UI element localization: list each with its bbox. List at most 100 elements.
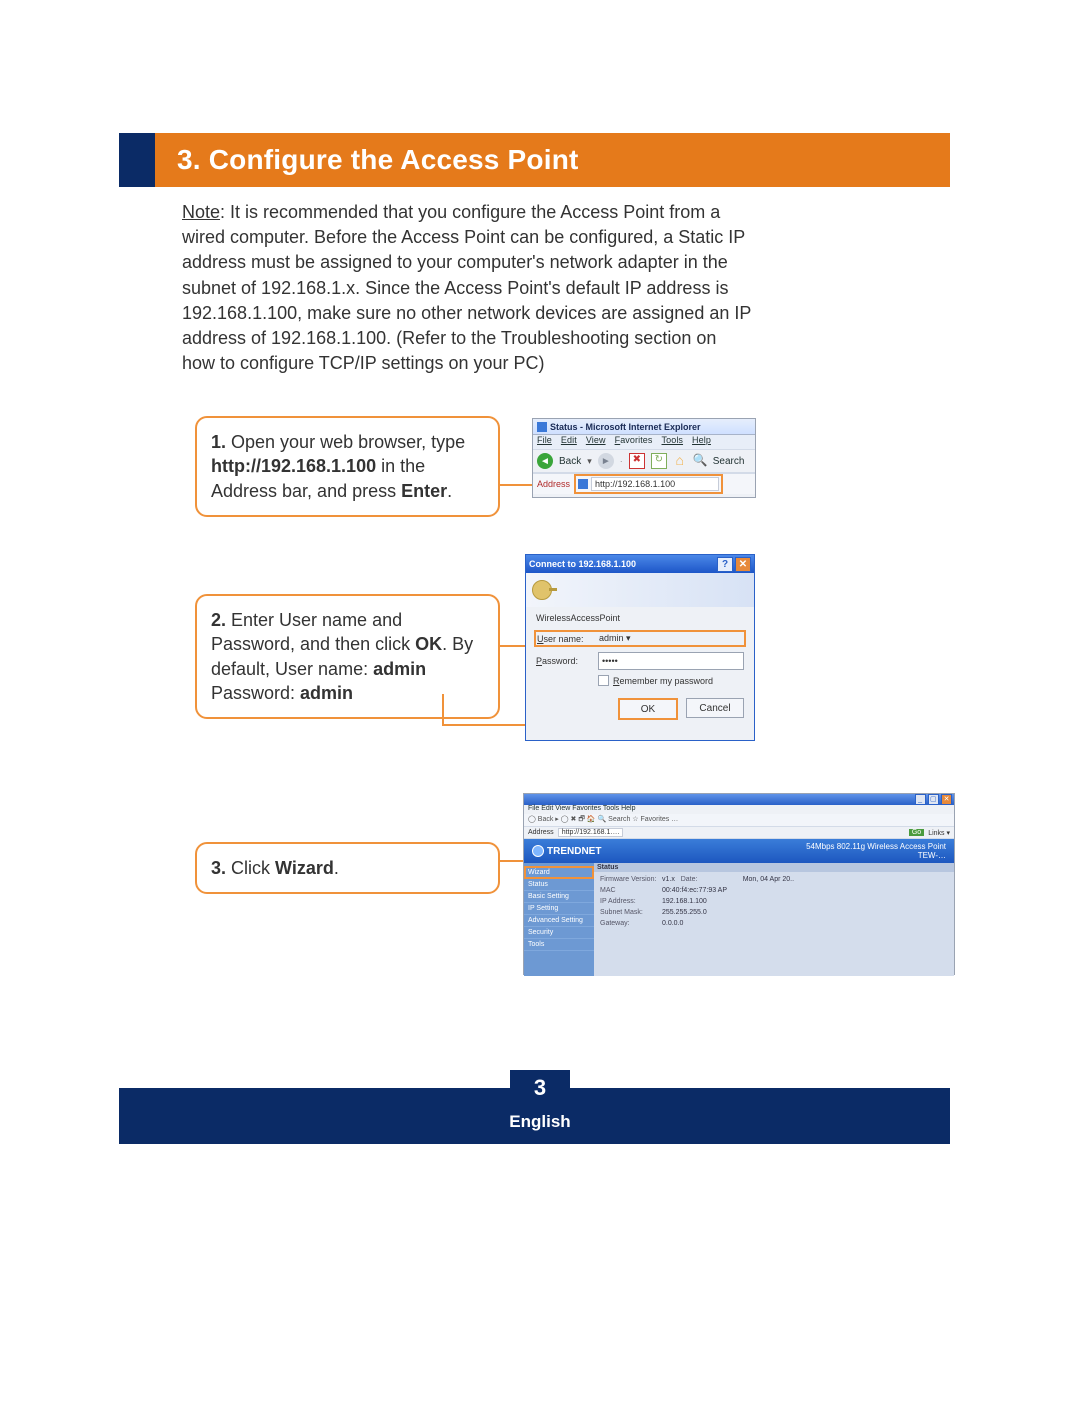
status-content: Status Firmware Version:v1.x Date:Mon, 0…	[594, 863, 954, 976]
username-field[interactable]: admin ▾	[599, 633, 631, 644]
step-3-number: 3.	[211, 858, 226, 878]
step-2-text-c: Password:	[211, 683, 300, 703]
ip-label: IP Address:	[600, 898, 662, 905]
menu-file[interactable]: File	[537, 435, 552, 445]
status-menubar: File Edit View Favorites Tools Help	[524, 805, 954, 814]
gw-label: Gateway:	[600, 920, 662, 927]
password-field[interactable]: •••••	[598, 652, 744, 670]
password-row: Password: •••••	[536, 652, 744, 670]
status-titlebar: _ ▢ ✕	[524, 794, 954, 805]
note-label: Note	[182, 202, 220, 222]
address-input[interactable]: http://192.168.1.100	[591, 477, 719, 491]
password-label: Password:	[536, 656, 598, 666]
firmware-value: v1.x	[662, 876, 675, 883]
close-button-icon[interactable]: ✕	[735, 557, 751, 572]
menu-edit[interactable]: Edit	[561, 435, 577, 445]
product-tagline: 54Mbps 802.11g Wireless Access Point	[806, 842, 946, 851]
remember-checkbox[interactable]	[598, 675, 609, 686]
dropdown-icon[interactable]: ▾	[626, 633, 631, 643]
nav-item-wizard[interactable]: Wizard	[524, 866, 594, 879]
close-icon[interactable]: ✕	[941, 794, 952, 805]
nav-item-status[interactable]: Status	[524, 879, 594, 891]
home-icon[interactable]: ⌂	[673, 454, 687, 468]
status-address-bar: Address http://192.168.1…. Go Links ▾	[524, 827, 954, 839]
pointer-line-2b-v	[442, 694, 444, 724]
help-button-icon[interactable]: ?	[717, 557, 733, 572]
firmware-label: Firmware Version:	[600, 876, 662, 883]
status-main: Wizard Status Basic Setting IP Setting A…	[524, 863, 954, 976]
step-1-text-c: .	[447, 481, 452, 501]
ie-address-bar: Address http://192.168.1.100	[533, 473, 755, 494]
product-model: TEW-…	[806, 851, 946, 860]
section-title: 3. Configure the Access Point	[177, 144, 579, 176]
password-value: •••••	[602, 656, 618, 666]
remember-row: Remember my password	[598, 675, 744, 686]
nav-item-ip[interactable]: IP Setting	[524, 903, 594, 915]
search-icon[interactable]: 🔍	[693, 454, 707, 468]
ie-app-icon	[537, 422, 547, 432]
step-1-text-a: Open your web browser, type	[226, 432, 465, 452]
address-url-value: http://192.168.1.100	[595, 479, 675, 489]
step-1-enter: Enter	[401, 481, 447, 501]
favicon-icon	[578, 479, 588, 489]
username-highlight-box: User name: admin ▾	[534, 630, 746, 647]
mac-value: 00:40:f4:ec:77:93 AP	[662, 887, 727, 894]
remember-label[interactable]: Remember my password	[613, 676, 713, 686]
section-number: 3.	[177, 144, 201, 175]
document-page: 3. Configure the Access Point Note: It i…	[0, 0, 1080, 1412]
menu-favorites[interactable]: Favorites	[615, 435, 653, 445]
step-1-url: http://192.168.1.100	[211, 456, 376, 476]
menu-tools[interactable]: Tools	[662, 435, 684, 445]
back-button-label[interactable]: Back	[559, 456, 581, 467]
date-label: Date:	[681, 876, 743, 883]
cancel-button[interactable]: Cancel	[686, 698, 744, 718]
address-label: Address	[537, 479, 570, 489]
step-2-callout: 2. Enter User name and Password, and the…	[195, 594, 500, 719]
step-2-pass: admin	[300, 683, 353, 703]
ie-toolbar: ◄ Back ▾ ► · ✖ ↻ ⌂ 🔍 Search	[533, 449, 755, 473]
ie-window-title: Status - Microsoft Internet Explorer	[550, 422, 701, 432]
gw-value: 0.0.0.0	[662, 920, 683, 927]
minimize-icon[interactable]: _	[915, 794, 926, 805]
status-toolbar: ◯ Back ▸ ◯ ✖ 🗗 🏠 🔍 Search ☆ Favorites …	[524, 814, 954, 827]
step-3-text-b: .	[334, 858, 339, 878]
step-3-text-a: Click	[226, 858, 275, 878]
ok-button[interactable]: OK	[618, 698, 678, 720]
section-header: 3. Configure the Access Point	[119, 133, 950, 187]
nav-item-basic[interactable]: Basic Setting	[524, 891, 594, 903]
ie-menu-bar: File Edit View Favorites Tools Help	[533, 435, 755, 449]
menu-view[interactable]: View	[586, 435, 606, 445]
username-value: admin	[599, 633, 624, 643]
step-1-number: 1.	[211, 432, 226, 452]
status-browser-window: _ ▢ ✕ File Edit View Favorites Tools Hel…	[523, 793, 955, 975]
forward-button-icon[interactable]: ►	[598, 453, 614, 469]
login-button-row: OK Cancel	[526, 690, 754, 726]
mask-value: 255.255.255.0	[662, 909, 707, 916]
back-button-icon[interactable]: ◄	[537, 453, 553, 469]
header-accent-block	[119, 133, 155, 187]
stop-icon[interactable]: ✖	[629, 453, 645, 469]
ie-browser-window: Status - Microsoft Internet Explorer Fil…	[532, 418, 756, 498]
login-titlebar: Connect to 192.168.1.100 ?✕	[526, 555, 754, 573]
login-dialog: Connect to 192.168.1.100 ?✕ WirelessAcce…	[525, 554, 755, 741]
nav-item-advanced[interactable]: Advanced Setting	[524, 915, 594, 927]
refresh-icon[interactable]: ↻	[651, 453, 667, 469]
status-address-value[interactable]: http://192.168.1….	[558, 828, 624, 837]
menu-help[interactable]: Help	[692, 435, 711, 445]
ie-titlebar: Status - Microsoft Internet Explorer	[533, 419, 755, 435]
go-button[interactable]: Go	[909, 829, 924, 836]
page-number: 3	[534, 1075, 546, 1101]
step-2-ok: OK	[415, 634, 442, 654]
login-banner	[526, 573, 754, 607]
nav-item-security[interactable]: Security	[524, 927, 594, 939]
note-paragraph: Note: It is recommended that you configu…	[182, 200, 752, 376]
status-nav: Wizard Status Basic Setting IP Setting A…	[524, 863, 594, 976]
step-2-user: admin	[373, 659, 426, 679]
step-3-callout: 3. Click Wizard.	[195, 842, 500, 894]
login-body: WirelessAccessPoint User name: admin ▾ P…	[526, 607, 754, 690]
search-label[interactable]: Search	[713, 456, 745, 467]
nav-item-tools[interactable]: Tools	[524, 939, 594, 951]
note-text: : It is recommended that you configure t…	[182, 202, 751, 373]
step-2-number: 2.	[211, 610, 226, 630]
maximize-icon[interactable]: ▢	[928, 794, 939, 805]
